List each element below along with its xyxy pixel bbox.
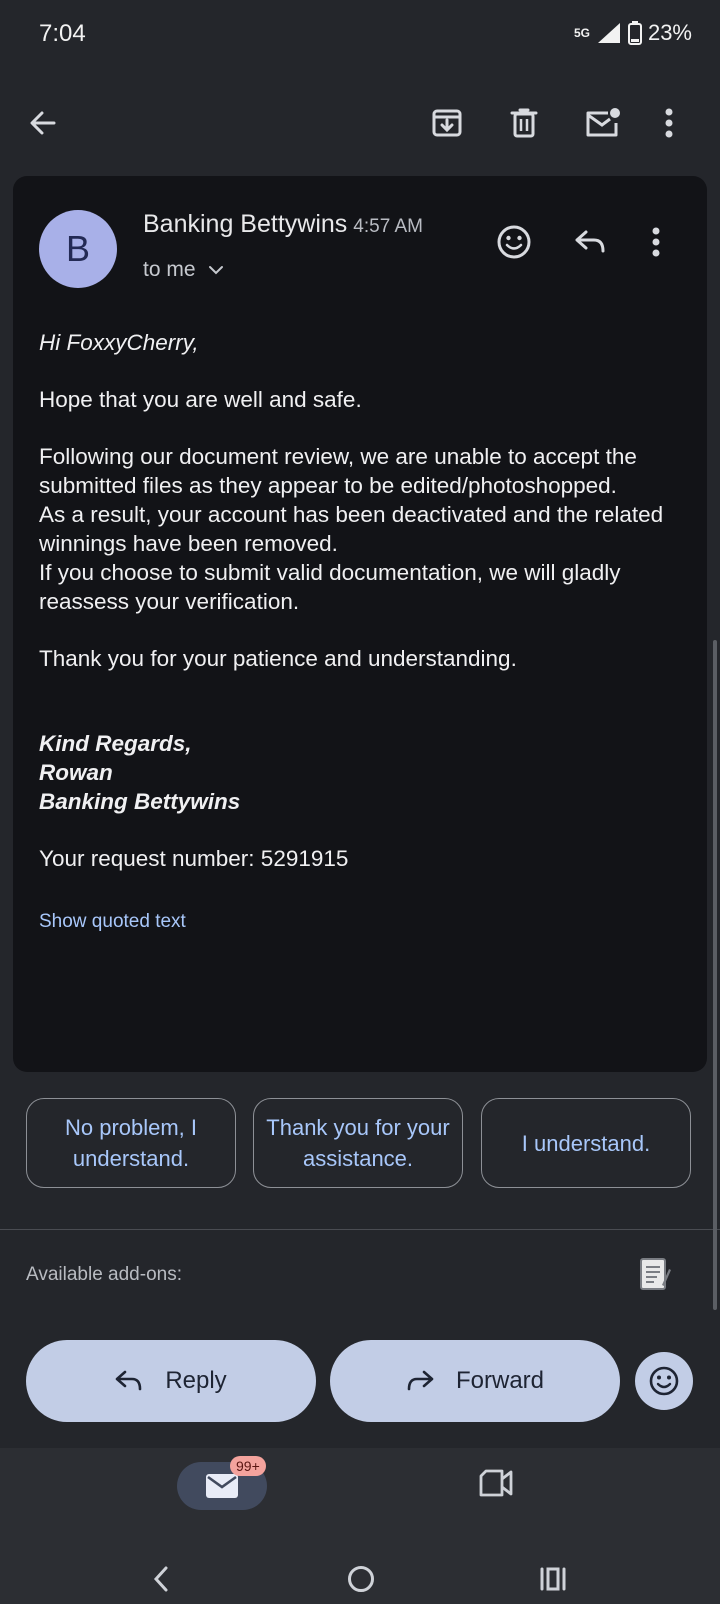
system-back-button[interactable] (150, 1564, 172, 1599)
paragraph: Thank you for your patience and understa… (39, 646, 517, 671)
mark-unread-button[interactable] (579, 100, 625, 146)
email-body: Hi FoxxyCherry, Hope that you are well a… (39, 328, 689, 936)
mail-icon (206, 1474, 238, 1498)
trash-icon (510, 108, 538, 138)
more-vert-icon (652, 227, 660, 257)
reply-icon (575, 230, 605, 253)
recipient-toggle[interactable]: to me (143, 258, 224, 282)
divider (0, 1229, 720, 1230)
scrollbar[interactable] (713, 640, 717, 1310)
arrow-left-icon (30, 111, 56, 135)
sender-name: Banking Bettywins (143, 210, 348, 238)
email-card: B Banking Bettywins 4:57 AM to me Hi Foxx… (13, 176, 707, 1072)
forward-icon (407, 1370, 434, 1391)
nav-meet[interactable] (478, 1468, 518, 1502)
home-circle-icon (348, 1566, 374, 1592)
emoji-reply-button[interactable] (635, 1352, 693, 1410)
sender-line: Banking Bettywins 4:57 AM (143, 210, 423, 239)
status-time: 7:04 (39, 20, 86, 47)
paragraph: Following our document review, we are un… (39, 444, 637, 498)
emoji-icon (649, 1366, 679, 1396)
mark-unread-icon (586, 108, 620, 137)
addons-label: Available add-ons: (26, 1264, 182, 1285)
message-more-button[interactable] (634, 220, 678, 264)
archive-icon (432, 109, 462, 137)
bottom-navigation: 99+ (0, 1448, 720, 1604)
battery-icon (627, 21, 642, 45)
more-vert-icon (665, 108, 673, 138)
signal-icon (597, 23, 620, 43)
addon-button[interactable] (638, 1255, 672, 1293)
recents-icon (540, 1567, 566, 1591)
system-recents-button[interactable] (538, 1564, 568, 1599)
notepad-icon (640, 1258, 671, 1290)
battery-percent: 23% (647, 20, 692, 45)
reply-button[interactable]: Reply (26, 1340, 316, 1422)
back-button[interactable] (20, 100, 66, 146)
signature-line: Kind Regards, (39, 731, 192, 756)
paragraph: Hope that you are well and safe. (39, 387, 362, 412)
reply-label: Reply (165, 1367, 227, 1394)
greeting: Hi FoxxyCherry, (39, 330, 199, 355)
signature-line: Banking Bettywins (39, 789, 241, 814)
archive-button[interactable] (424, 100, 470, 146)
email-toolbar (0, 80, 720, 166)
status-bar: 7:04 5G 23% (0, 0, 720, 72)
show-quoted-text-link[interactable]: Show quoted text (39, 907, 689, 936)
system-home-button[interactable] (346, 1564, 376, 1599)
more-options-button[interactable] (646, 100, 692, 146)
request-number: Your request number: 5291915 (39, 846, 349, 871)
sender-avatar[interactable]: B (39, 210, 117, 288)
chevron-left-icon (153, 1566, 168, 1592)
smart-reply-chip[interactable]: Thank you for your assistance. (253, 1098, 463, 1188)
reply-icon (116, 1370, 142, 1391)
forward-label: Forward (455, 1367, 545, 1394)
delete-button[interactable] (501, 100, 547, 146)
emoji-icon (497, 225, 531, 259)
recipient-label: to me (143, 258, 196, 281)
forward-button[interactable]: Forward (330, 1340, 620, 1422)
reply-inline-button[interactable] (568, 220, 612, 264)
paragraph: If you choose to submit valid documentat… (39, 560, 621, 614)
network-label: 5G (573, 26, 590, 40)
smart-reply-chip[interactable]: No problem, I understand. (26, 1098, 236, 1188)
unread-count-badge: 99+ (230, 1456, 266, 1476)
smart-reply-chip[interactable]: I understand. (481, 1098, 691, 1188)
signature-line: Rowan (39, 760, 113, 785)
chevron-down-icon (208, 266, 223, 275)
paragraph: As a result, your account has been deact… (39, 502, 664, 556)
video-camera-icon (479, 1469, 513, 1497)
emoji-reaction-button[interactable] (492, 220, 536, 264)
email-time: 4:57 AM (353, 216, 423, 237)
status-indicators: 5G 23% (574, 20, 692, 46)
